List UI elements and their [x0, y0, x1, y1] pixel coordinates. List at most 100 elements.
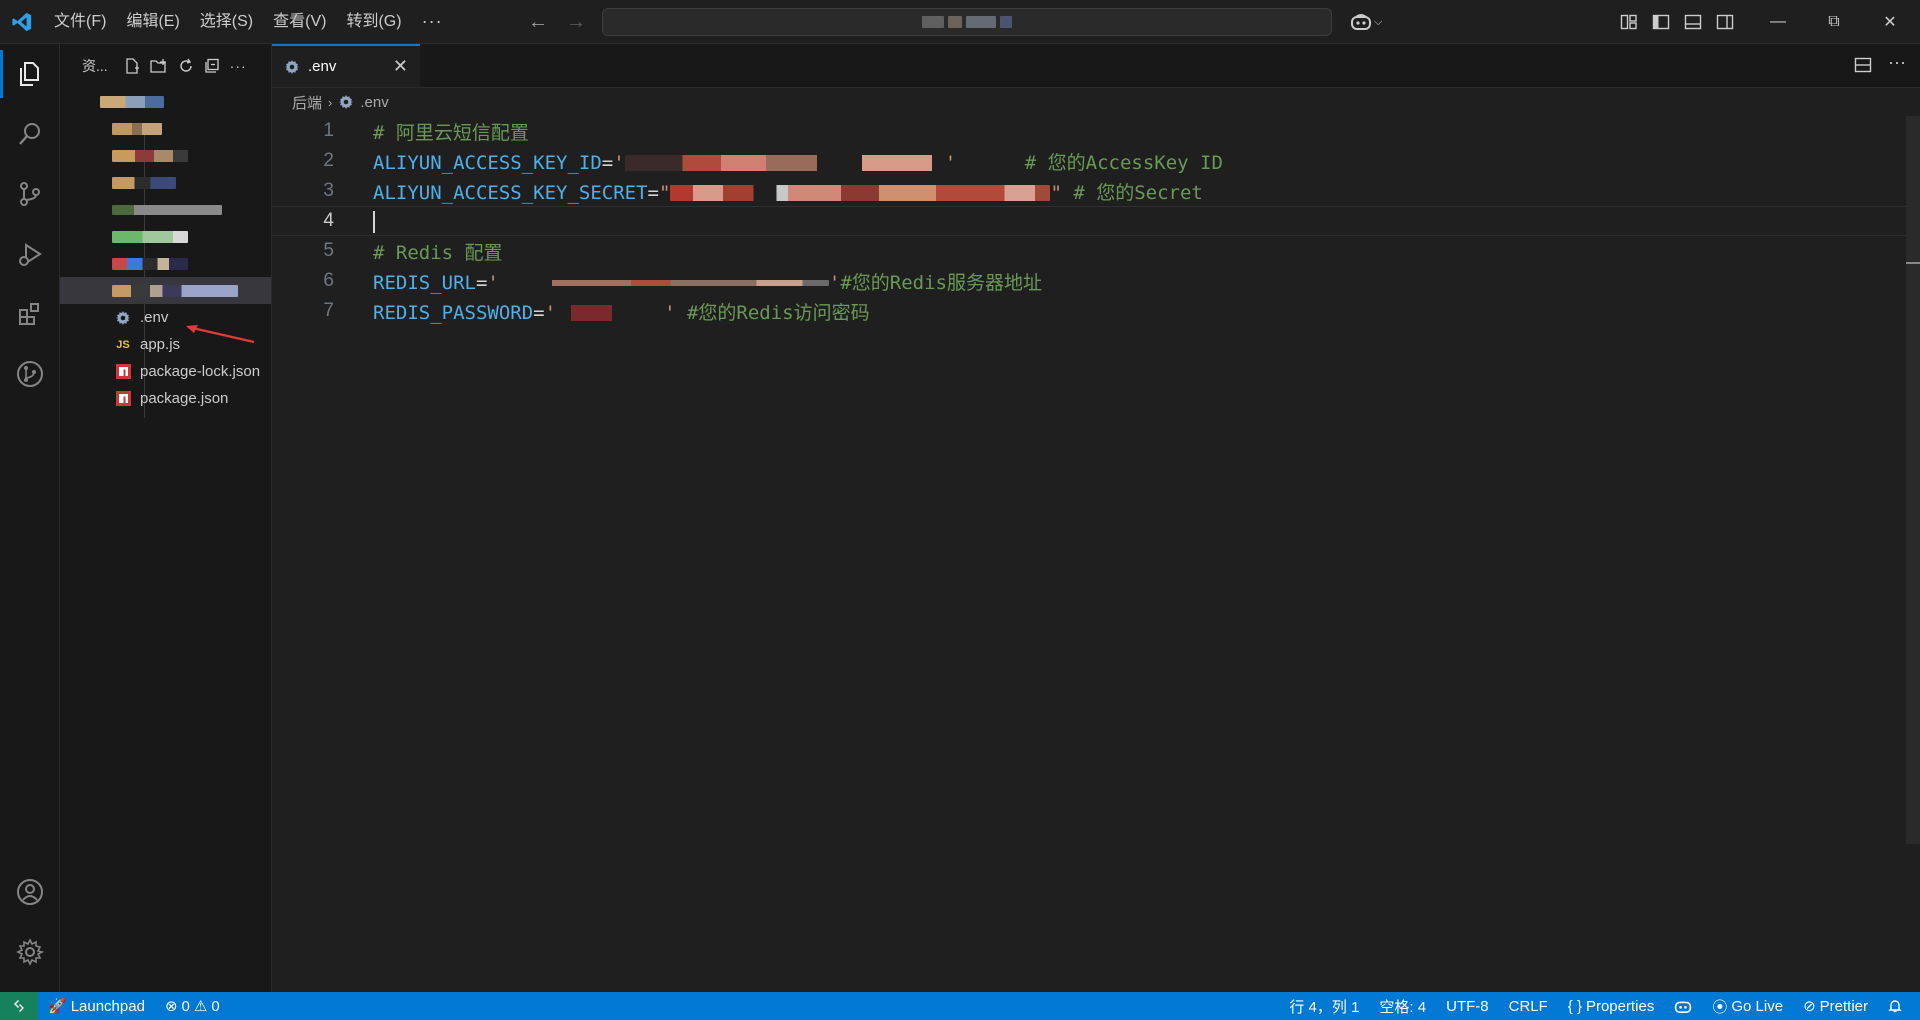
- encoding[interactable]: UTF-8: [1436, 998, 1499, 1015]
- warning-count: 0: [211, 997, 220, 1015]
- tree-item-redacted[interactable]: [60, 169, 271, 196]
- breadcrumb-file[interactable]: .env: [360, 94, 388, 111]
- minimize-icon[interactable]: —: [1750, 0, 1806, 44]
- prettier-label: Prettier: [1819, 997, 1868, 1015]
- line-number: 3: [323, 180, 334, 201]
- close-window-icon[interactable]: ✕: [1862, 0, 1918, 44]
- annotation-arrow-icon: [186, 325, 255, 344]
- tree-item-redacted[interactable]: [60, 142, 271, 169]
- source-control-button[interactable]: [0, 164, 60, 224]
- env-key: REDIS_URL: [373, 271, 476, 294]
- tab-env[interactable]: .env ✕: [272, 44, 420, 87]
- customize-layout-icon[interactable]: [1620, 13, 1638, 31]
- tree-item-redacted[interactable]: [60, 250, 271, 277]
- status-bar: 🚀 Launchpad ⊗ 0 ⚠ 0 行 4，列 1 空格: 4 UTF-8 …: [0, 992, 1920, 1020]
- line-number: 5: [323, 240, 334, 261]
- tree-item-redacted[interactable]: [60, 196, 271, 223]
- quote: ': [613, 151, 625, 174]
- search-button[interactable]: [0, 104, 60, 164]
- go-live-button[interactable]: ⦿ Go Live: [1702, 996, 1793, 1017]
- git-graph-icon: [17, 361, 43, 387]
- quote: ': [944, 151, 957, 174]
- code-comment: # Redis 配置: [373, 241, 503, 264]
- file-package-json[interactable]: package.json: [60, 385, 271, 412]
- more-actions-icon[interactable]: ···: [230, 58, 247, 74]
- menu-bar: 文件(F) 编辑(E) 选择(S) 查看(V) 转到(G) ···: [44, 0, 453, 44]
- line-ending[interactable]: CRLF: [1499, 998, 1558, 1015]
- new-folder-icon[interactable]: [150, 58, 168, 74]
- manage-button[interactable]: [0, 922, 60, 982]
- code-comment: # 阿里云短信配置: [373, 121, 529, 144]
- collapse-all-icon[interactable]: [204, 58, 220, 74]
- broadcast-icon: ⦿: [1712, 998, 1728, 1016]
- source-control-icon: [20, 182, 40, 206]
- cursor-position[interactable]: 行 4，列 1: [1279, 996, 1369, 1017]
- braces-icon: { }: [1567, 997, 1582, 1015]
- code-comment: #您的Redis服务器地址: [840, 271, 1042, 294]
- cursor-position-marker: [1906, 262, 1920, 264]
- menu-go[interactable]: 转到(G): [336, 0, 411, 44]
- files-icon: [20, 62, 39, 86]
- tree-folder-redacted[interactable]: [60, 88, 271, 115]
- env-key: REDIS_PASSWORD: [373, 301, 534, 324]
- chevron-down-icon: ⌵: [1374, 15, 1383, 28]
- copilot-icon: [1351, 14, 1371, 30]
- toggle-primary-sidebar-icon[interactable]: [1652, 13, 1670, 31]
- code-comment: # 您的AccessKey ID: [1024, 151, 1223, 174]
- gear-icon: [339, 95, 354, 109]
- error-icon: ⊗: [164, 998, 178, 1015]
- redacted-text: [112, 176, 176, 189]
- menu-file[interactable]: 文件(F): [44, 0, 116, 44]
- remote-indicator[interactable]: [0, 992, 38, 1020]
- run-debug-button[interactable]: [0, 224, 60, 284]
- menu-more-button[interactable]: ···: [412, 11, 453, 32]
- breadcrumb-folder[interactable]: 后端: [292, 92, 322, 113]
- vertical-scrollbar[interactable]: [1906, 116, 1920, 844]
- file-label: .env: [140, 309, 169, 326]
- restore-icon[interactable]: ⧉: [1806, 0, 1862, 44]
- tree-item-redacted[interactable]: [60, 115, 271, 142]
- toggle-secondary-sidebar-icon[interactable]: [1716, 13, 1734, 31]
- launchpad-button[interactable]: 🚀 Launchpad: [38, 997, 155, 1016]
- warning-icon: ⚠: [193, 998, 208, 1015]
- notifications-button[interactable]: [1878, 999, 1912, 1013]
- code-editor[interactable]: 1 # 阿里云短信配置 2 ALIYUN_ACCESS_KEY_ID=' ' # …: [272, 116, 1920, 326]
- menu-selection[interactable]: 选择(S): [190, 0, 263, 44]
- back-arrow-icon[interactable]: ←: [528, 11, 548, 34]
- file-tree: .env JS app.js package-lock.json package…: [60, 88, 271, 412]
- forward-arrow-icon[interactable]: →: [566, 11, 586, 34]
- explorer-sidebar: 资... ··· .env JS app.js package-lock.jso…: [60, 44, 272, 992]
- tree-item-redacted-selected[interactable]: [60, 277, 271, 304]
- operator: =: [601, 151, 614, 174]
- prettier-button[interactable]: ⊘ Prettier: [1793, 997, 1878, 1016]
- indentation[interactable]: 空格: 4: [1369, 996, 1436, 1017]
- copilot-button[interactable]: ⌵: [1350, 0, 1382, 44]
- extensions-button[interactable]: [0, 284, 60, 344]
- file-package-lock-json[interactable]: package-lock.json: [60, 358, 271, 385]
- tree-item-redacted[interactable]: [60, 223, 271, 250]
- new-file-icon[interactable]: [124, 58, 140, 74]
- split-editor-icon[interactable]: [1854, 56, 1872, 74]
- toggle-panel-icon[interactable]: [1684, 13, 1702, 31]
- language-mode[interactable]: { } Properties: [1558, 998, 1665, 1015]
- redacted-text: [112, 204, 222, 215]
- account-button[interactable]: [0, 862, 60, 922]
- operator: =: [475, 271, 488, 294]
- git-graph-button[interactable]: [0, 344, 60, 404]
- code-line: 7 REDIS_PASSWORD=' ' #您的Redis访问密码: [272, 296, 1920, 326]
- refresh-icon[interactable]: [178, 58, 194, 74]
- explorer-button[interactable]: [0, 44, 60, 104]
- close-icon[interactable]: ✕: [393, 56, 408, 77]
- command-center-search[interactable]: [602, 8, 1332, 36]
- redacted-text: [100, 95, 164, 108]
- chevron-right-icon: ›: [328, 94, 333, 110]
- editor-area: .env ✕ ··· 后端 › .env 1 # 阿里云短信配置 2 ALIYU…: [272, 44, 1920, 992]
- text-cursor: [373, 211, 375, 233]
- menu-view[interactable]: 查看(V): [263, 0, 336, 44]
- problems-button[interactable]: ⊗ 0 ⚠ 0: [155, 997, 230, 1016]
- copilot-status[interactable]: [1664, 999, 1702, 1014]
- redacted-value: [624, 155, 945, 171]
- more-actions-icon[interactable]: ···: [1888, 52, 1906, 73]
- env-key: ALIYUN_ACCESS_KEY_ID: [373, 151, 602, 174]
- menu-edit[interactable]: 编辑(E): [116, 0, 189, 44]
